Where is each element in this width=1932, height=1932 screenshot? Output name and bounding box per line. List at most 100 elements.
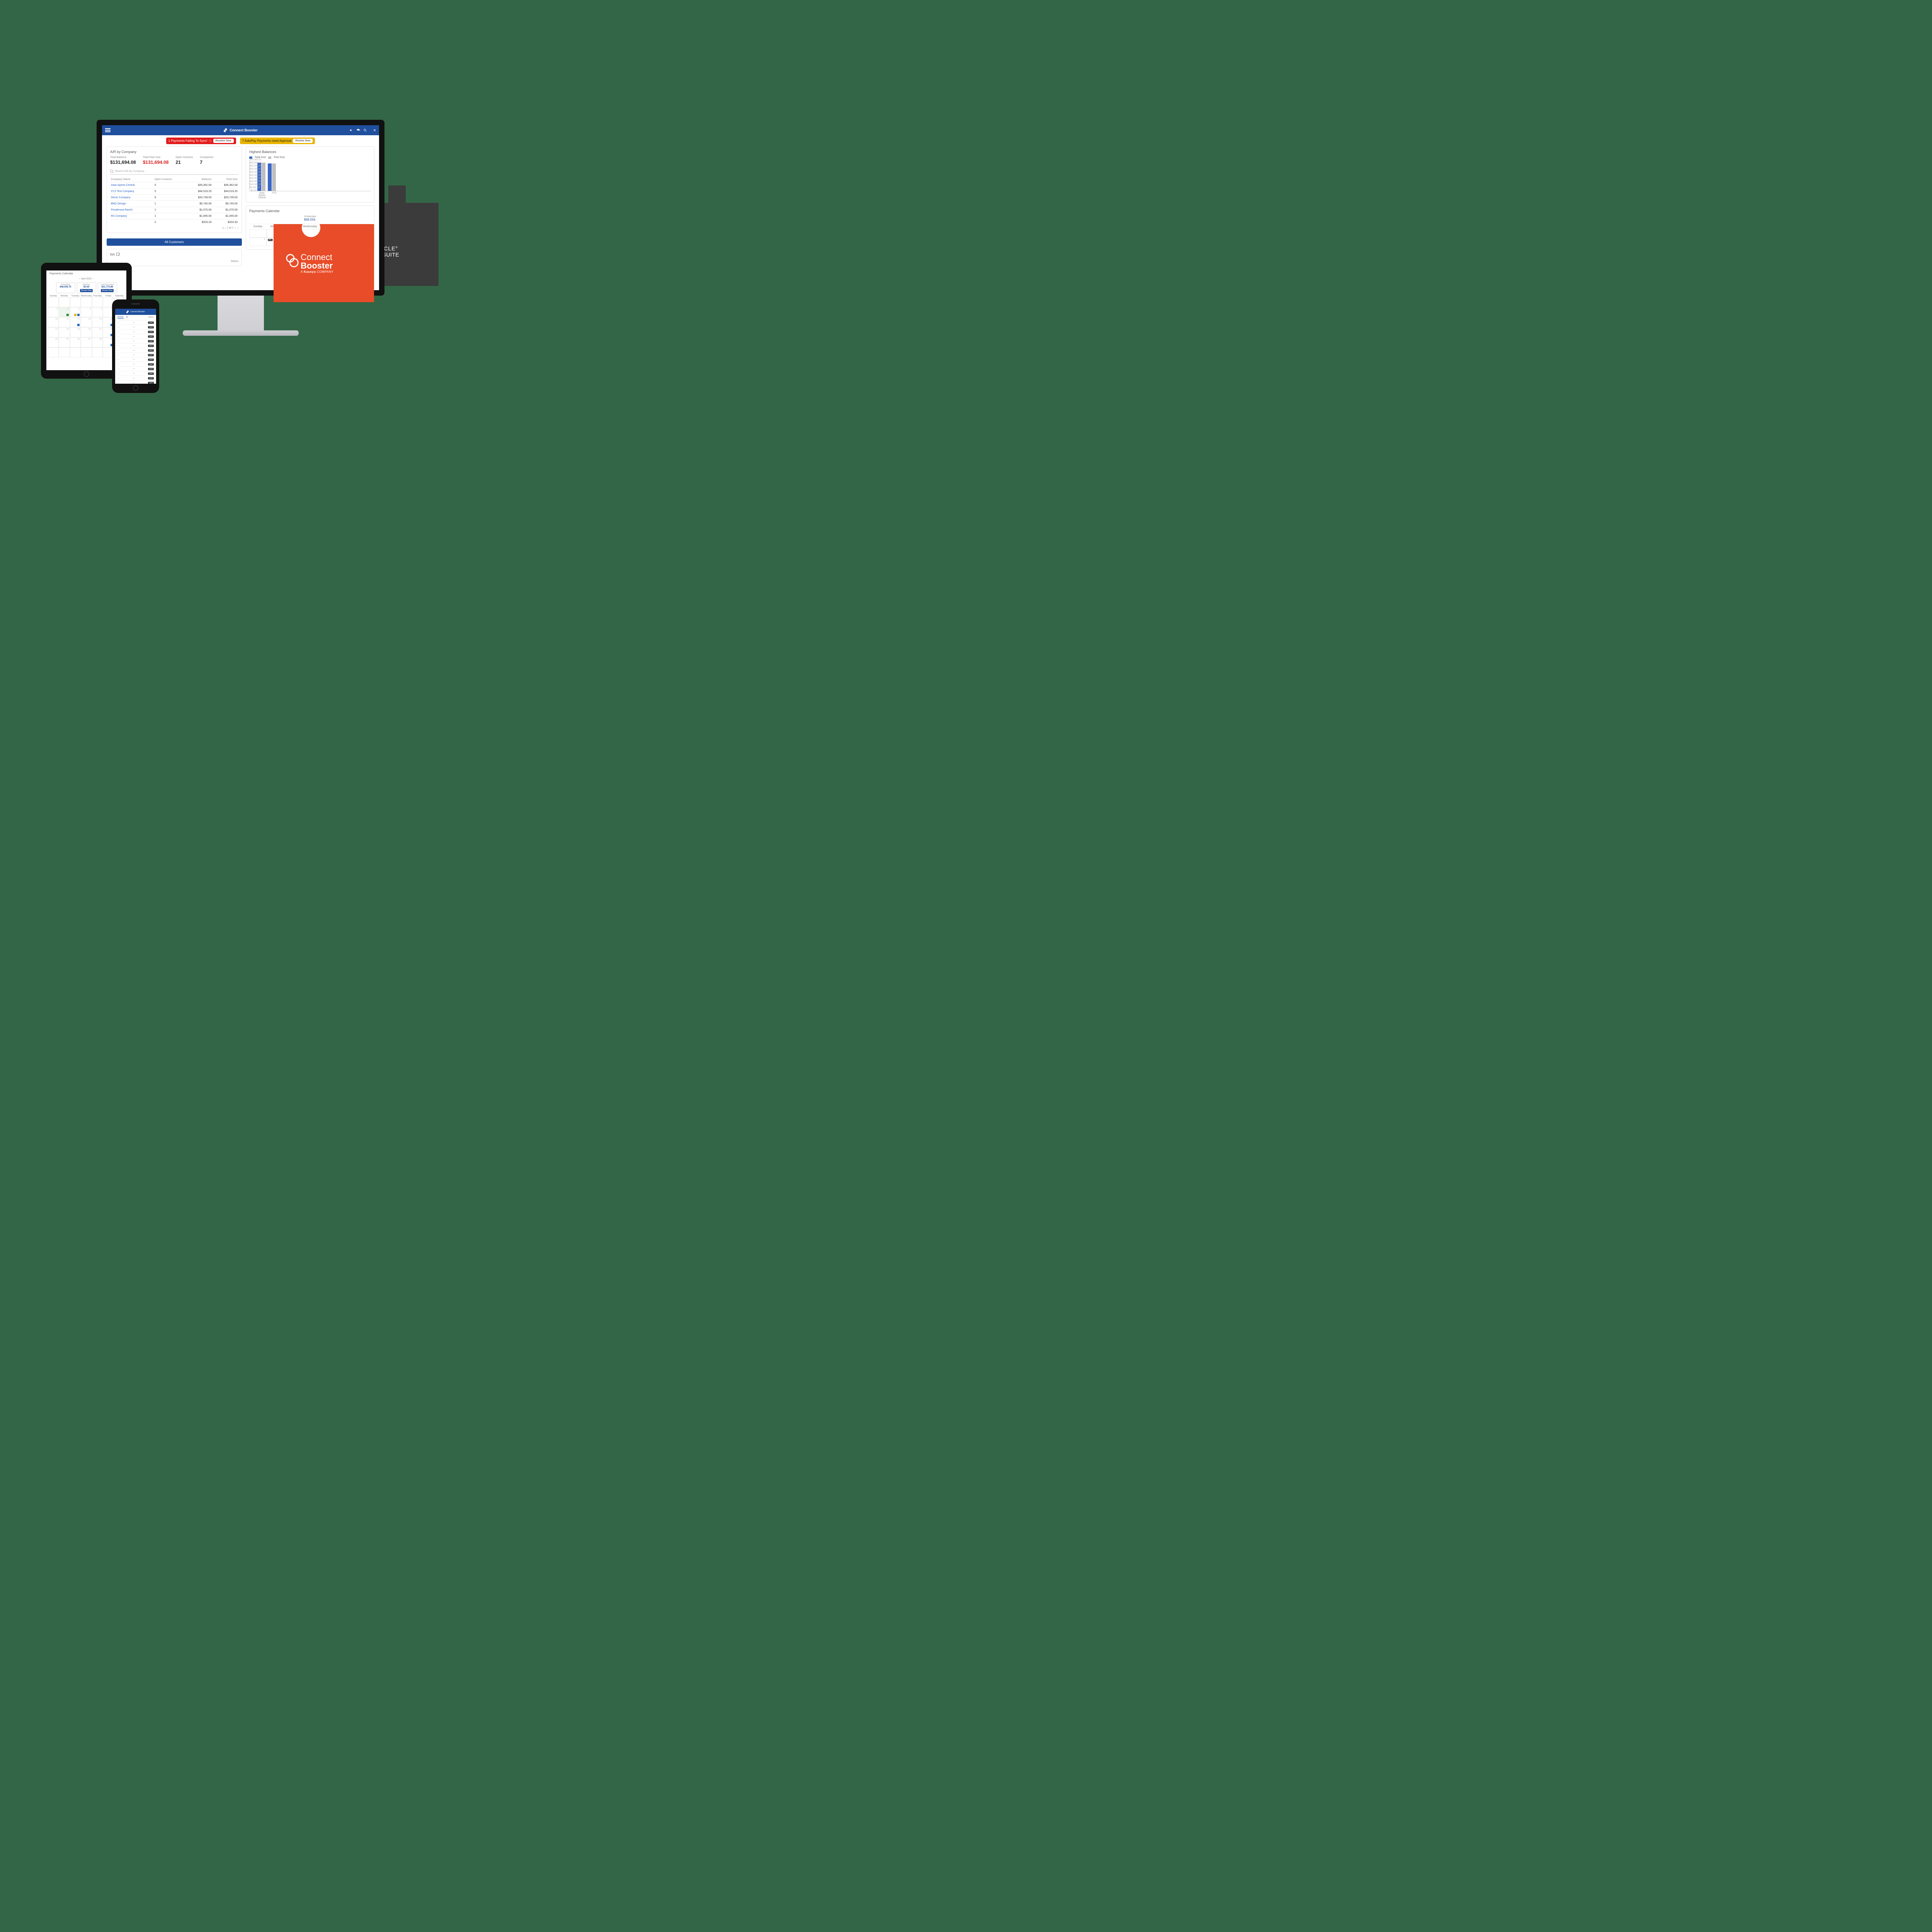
calendar-cell[interactable]: 3: [249, 238, 267, 246]
total-pastdue-value: $131,694.08: [143, 160, 169, 165]
search-placeholder: Search A/R by Company: [115, 170, 145, 173]
table-row[interactable]: BNG Design1$5,740.00$5,740.00: [110, 201, 238, 207]
calendar-cell[interactable]: [92, 297, 103, 307]
status-badge: paid: [148, 354, 154, 356]
chart-title: Highest Balances: [249, 150, 371, 154]
calendar-cell[interactable]: 19: [70, 327, 81, 337]
col-company[interactable]: Company Name: [110, 177, 154, 182]
calendar-cell[interactable]: 18: [59, 327, 70, 337]
status-badge: paid: [148, 377, 154, 379]
alert-bar: 1 Payments Failing To Sync! ⓘ Resolve No…: [102, 135, 379, 146]
status-badge: paid: [148, 349, 154, 352]
pager-prev-icon[interactable]: ‹: [235, 227, 236, 230]
calendar-cell[interactable]: 27: [81, 337, 92, 347]
close-icon[interactable]: ×: [373, 128, 376, 133]
calendar-cell[interactable]: 28: [92, 337, 103, 347]
calendar-cell[interactable]: 12: [70, 317, 81, 327]
calendar-cell[interactable]: 26: [70, 337, 81, 347]
tab-activity[interactable]: Activity: [117, 316, 124, 319]
status-badge: paid: [148, 363, 154, 366]
education-icon[interactable]: [356, 128, 360, 132]
calendar-cell[interactable]: [249, 229, 267, 238]
calendar-cell[interactable]: 7: [92, 307, 103, 317]
calendar-cell[interactable]: [92, 347, 103, 357]
companies-value: 7: [200, 160, 213, 165]
review-now-button[interactable]: Review Now: [293, 139, 313, 143]
calendar-cell[interactable]: 24: [48, 337, 59, 347]
phone-status-col: Status: [148, 316, 154, 319]
list-item[interactable]: ——paid: [115, 330, 156, 334]
calendar-cell[interactable]: 6: [81, 307, 92, 317]
resolve-now-button[interactable]: Resolve Now: [213, 139, 234, 143]
list-item[interactable]: ——paid: [115, 353, 156, 357]
table-row[interactable]: XYZ Test Company5$44,519.25$44,519.25: [110, 189, 238, 195]
external-link-icon[interactable]: [116, 253, 119, 256]
announcement-icon[interactable]: [349, 128, 353, 132]
calendar-cell[interactable]: 20: [81, 327, 92, 337]
all-customers-button[interactable]: All Customers: [107, 238, 242, 246]
puzzle-connectbooster: Connect Booster A Kaseya COMPANY: [274, 216, 374, 302]
calendar-cell[interactable]: [70, 297, 81, 307]
calendar-cell[interactable]: [70, 347, 81, 357]
calendar-cell[interactable]: 3: [48, 307, 59, 317]
total-pastdue-label: Total Past Due: [143, 156, 169, 159]
col-pastdue[interactable]: Past Due: [212, 177, 238, 182]
calendar-cell[interactable]: 11: [59, 317, 70, 327]
list-item[interactable]: ——paid: [115, 376, 156, 381]
calendar-cell[interactable]: [59, 347, 70, 357]
month-next-icon[interactable]: ›: [93, 278, 94, 280]
table-row[interactable]: 2$203.33$203.33: [110, 219, 238, 226]
list-item[interactable]: ——paid: [115, 357, 156, 362]
table-row[interactable]: Demo Company6$33,739.50$33,739.50: [110, 195, 238, 201]
list-item[interactable]: ——paid: [115, 320, 156, 325]
calendar-cell[interactable]: [48, 297, 59, 307]
phone-device: Connect Booster Activity All Status ——pa…: [112, 299, 159, 393]
calendar-cell[interactable]: 21: [92, 327, 103, 337]
calendar-cell[interactable]: 4: [59, 307, 70, 317]
calendar-cell[interactable]: 25: [59, 337, 70, 347]
table-row[interactable]: RS Company1$1,055.00$1,055.00: [110, 213, 238, 219]
calendar-cell[interactable]: [81, 347, 92, 357]
review-now-button[interactable]: Review Now: [101, 289, 114, 292]
tab-all[interactable]: All: [126, 316, 128, 319]
status-badge: paid: [148, 368, 154, 370]
pager-text: 1 – 7 of 7: [222, 227, 233, 230]
alert-approval-text: 7 AutoPay Payments need Approval: [242, 139, 292, 143]
list-item[interactable]: ——paid: [115, 339, 156, 344]
calendar-cell[interactable]: [59, 297, 70, 307]
review-now-button[interactable]: Review Now: [80, 289, 93, 292]
table-row[interactable]: Ponderosa Ranch1$1,075.00$1,075.00: [110, 207, 238, 213]
search-icon[interactable]: [363, 128, 367, 132]
col-invoices[interactable]: Open Invoices: [154, 177, 186, 182]
col-balance[interactable]: Balance: [186, 177, 212, 182]
list-item[interactable]: ——paid: [115, 367, 156, 371]
month-prev-icon[interactable]: ‹: [79, 278, 80, 280]
calendar-cell[interactable]: 13: [81, 317, 92, 327]
weekday-header: Sunday: [249, 224, 267, 229]
calendar-cell[interactable]: 17: [48, 327, 59, 337]
tablet-home-button[interactable]: [84, 371, 89, 377]
phone-home-button[interactable]: [133, 385, 138, 391]
list-item[interactable]: ——paid: [115, 334, 156, 339]
summary-box: AutoPay$0.00Review Now: [77, 282, 96, 293]
summary-box: Last Processed$31,772.88Review Now: [98, 282, 117, 293]
app-header: Connect Booster ×: [102, 125, 379, 135]
ar-by-company-card: A/R by Company Total Balance$131,694.08 …: [107, 146, 242, 233]
calendar-cell[interactable]: 14: [92, 317, 103, 327]
list-item[interactable]: ——paid: [115, 371, 156, 376]
list-item[interactable]: ——paid: [115, 344, 156, 348]
table-row[interactable]: Iowa Sports Central5$45,362.00$45,362.00: [110, 182, 238, 189]
menu-icon[interactable]: [105, 128, 111, 132]
pager-next-icon[interactable]: ›: [237, 227, 238, 230]
calendar-cell[interactable]: [81, 297, 92, 307]
list-item[interactable]: ——paid: [115, 348, 156, 353]
calendar-cell[interactable]: [48, 347, 59, 357]
calendar-cell[interactable]: 10: [48, 317, 59, 327]
calendar-cell[interactable]: 5: [70, 307, 81, 317]
tablet-title: Payments Calendar: [46, 270, 126, 277]
list-item[interactable]: ——paid: [115, 325, 156, 330]
ar-search-input[interactable]: Search A/R by Company: [110, 168, 238, 175]
list-item[interactable]: ——paid: [115, 362, 156, 367]
status-badge: paid: [148, 372, 154, 375]
list-item[interactable]: ——paid: [115, 381, 156, 384]
